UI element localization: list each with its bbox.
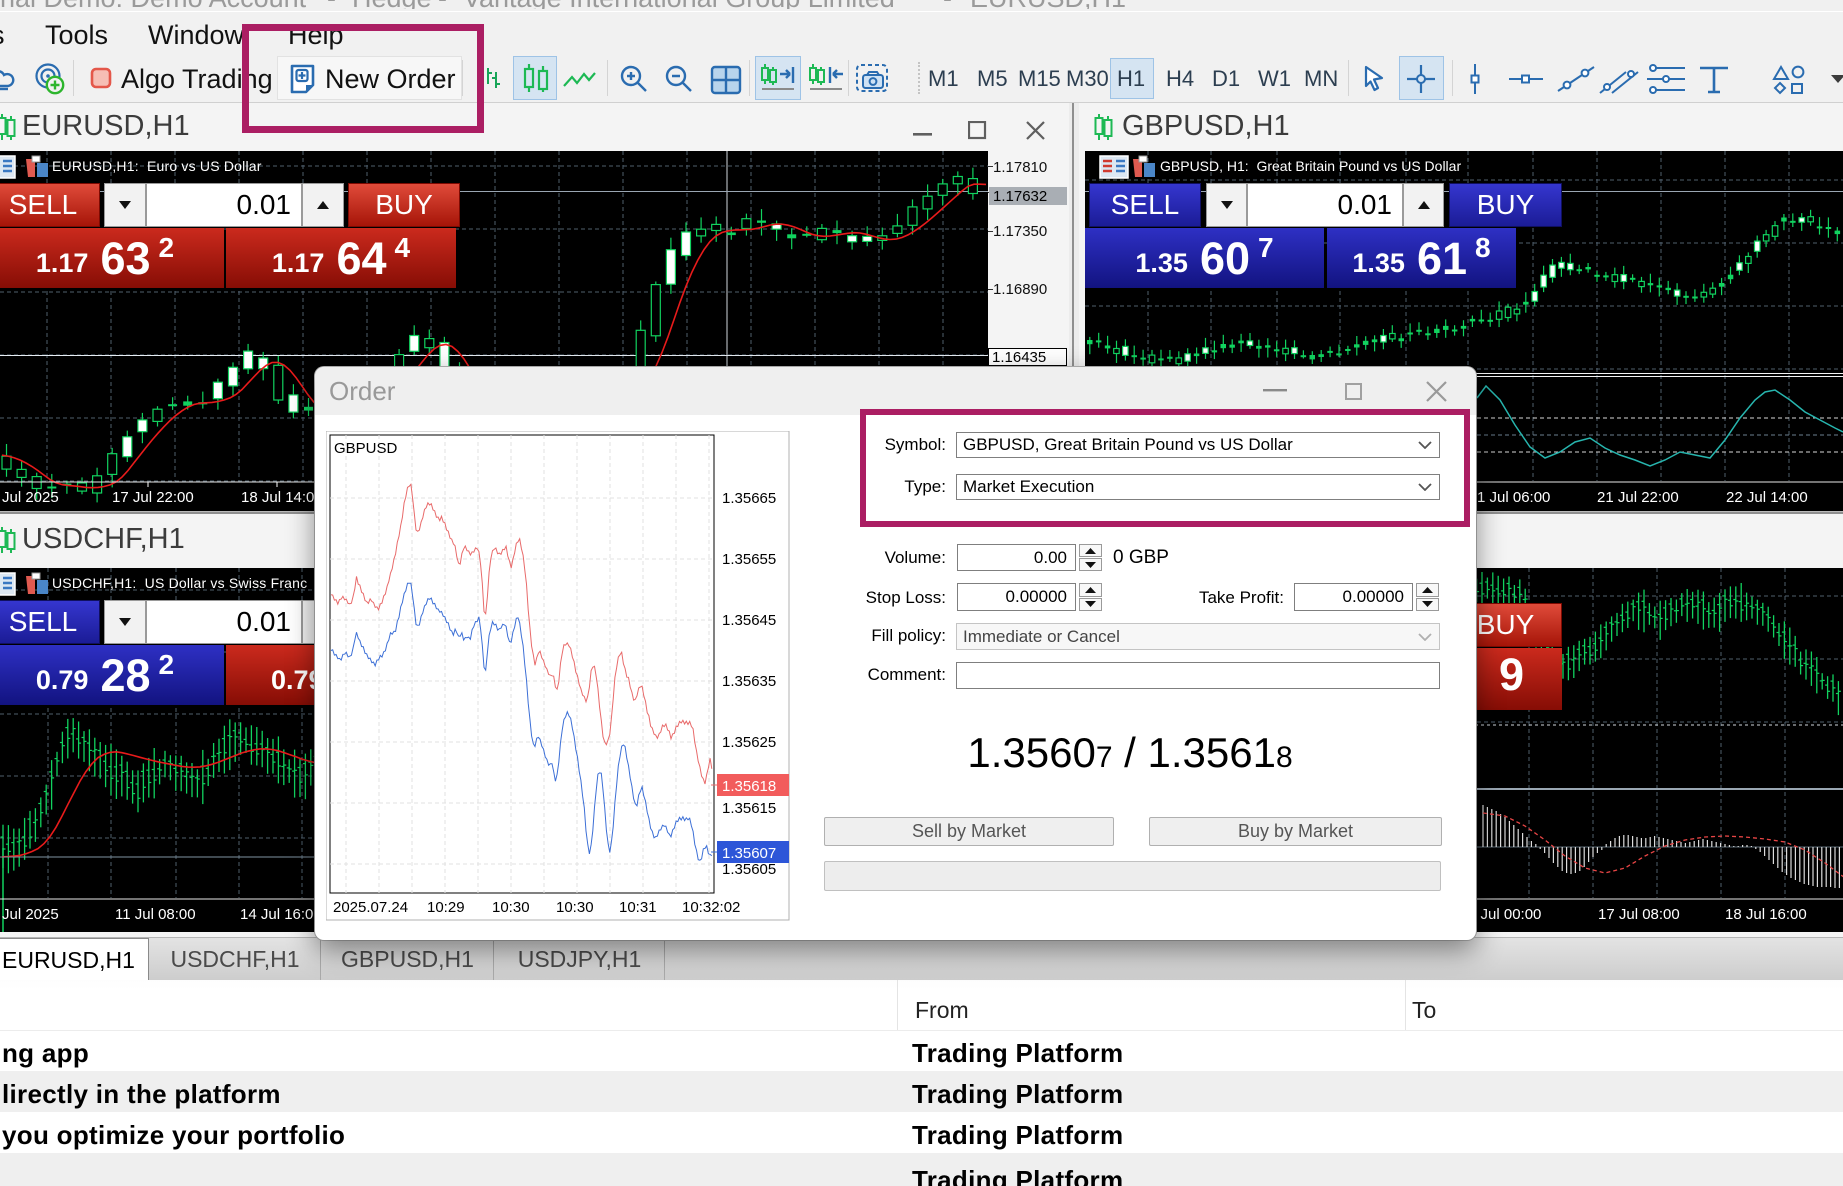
svg-text:17 Jul 22:00: 17 Jul 22:00	[112, 489, 194, 506]
svg-text:10:30: 10:30	[492, 899, 530, 916]
svg-text:10:32:02: 10:32:02	[682, 899, 740, 916]
svg-text:6 Jul 00:00: 6 Jul 00:00	[1468, 906, 1541, 923]
svg-text:11 Jul 08:00: 11 Jul 08:00	[115, 906, 196, 923]
svg-text:1.35605: 1.35605	[722, 861, 776, 878]
svg-text:17 Jul 08:00: 17 Jul 08:00	[1598, 906, 1680, 923]
svg-text:Jul 2025: Jul 2025	[2, 489, 59, 506]
svg-text:10:31: 10:31	[619, 899, 657, 916]
svg-text:1.35665: 1.35665	[722, 490, 776, 507]
svg-text:10:29: 10:29	[427, 899, 465, 916]
svg-text:1.35645: 1.35645	[722, 612, 776, 629]
svg-text:21 Jul 22:00: 21 Jul 22:00	[1597, 489, 1679, 506]
svg-text:14 Jul 16:00: 14 Jul 16:00	[240, 906, 322, 923]
svg-text:18 Jul 14:00: 18 Jul 14:00	[241, 489, 323, 506]
svg-text:GBPUSD: GBPUSD	[334, 440, 398, 457]
svg-text:Jul 2025: Jul 2025	[2, 906, 59, 923]
svg-text:2025.07.24: 2025.07.24	[333, 899, 408, 916]
svg-text:1.35635: 1.35635	[722, 673, 776, 690]
svg-text:10:30: 10:30	[556, 899, 594, 916]
svg-text:18 Jul 16:00: 18 Jul 16:00	[1725, 906, 1807, 923]
svg-text:1.35607: 1.35607	[722, 845, 776, 862]
svg-text:1.35655: 1.35655	[722, 551, 776, 568]
svg-text:22 Jul 14:00: 22 Jul 14:00	[1726, 489, 1808, 506]
svg-text:1.35615: 1.35615	[722, 800, 776, 817]
svg-text:1.35618: 1.35618	[722, 778, 776, 795]
svg-text:1 Jul 06:00: 1 Jul 06:00	[1477, 489, 1550, 506]
